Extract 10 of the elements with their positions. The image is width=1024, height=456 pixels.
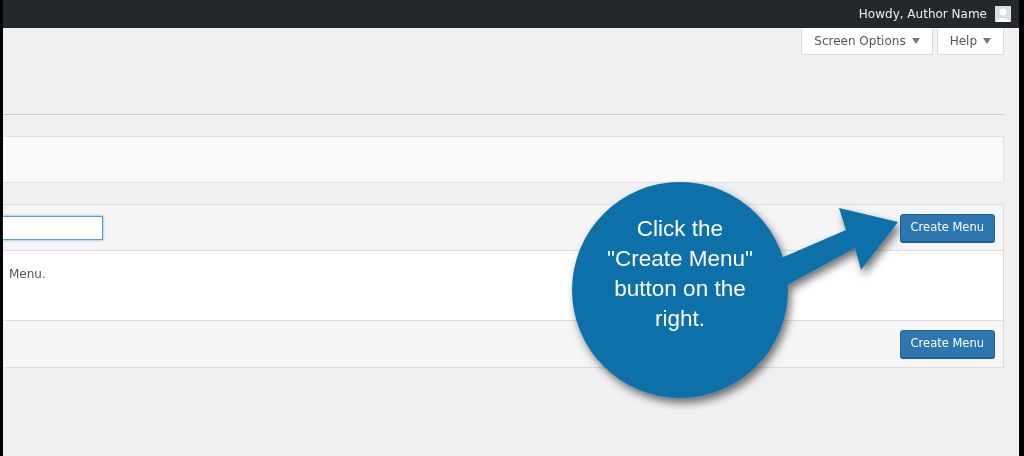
caret-icon [911, 38, 920, 44]
menu-name-field[interactable] [3, 215, 103, 240]
create-menu-button[interactable]: Create Menu [899, 330, 995, 358]
instruction-text: Menu. [9, 267, 46, 281]
screen-tab[interactable]: Help [936, 28, 1004, 55]
create-menu-button[interactable]: Create Menu [899, 213, 995, 242]
callout-text: Click the "Create Menu" button on the right. [605, 215, 754, 333]
screen-tab[interactable]: Screen Options [801, 28, 933, 55]
caret-icon [983, 38, 991, 44]
greeting-text[interactable]: Howdy, Author Name [858, 5, 987, 23]
